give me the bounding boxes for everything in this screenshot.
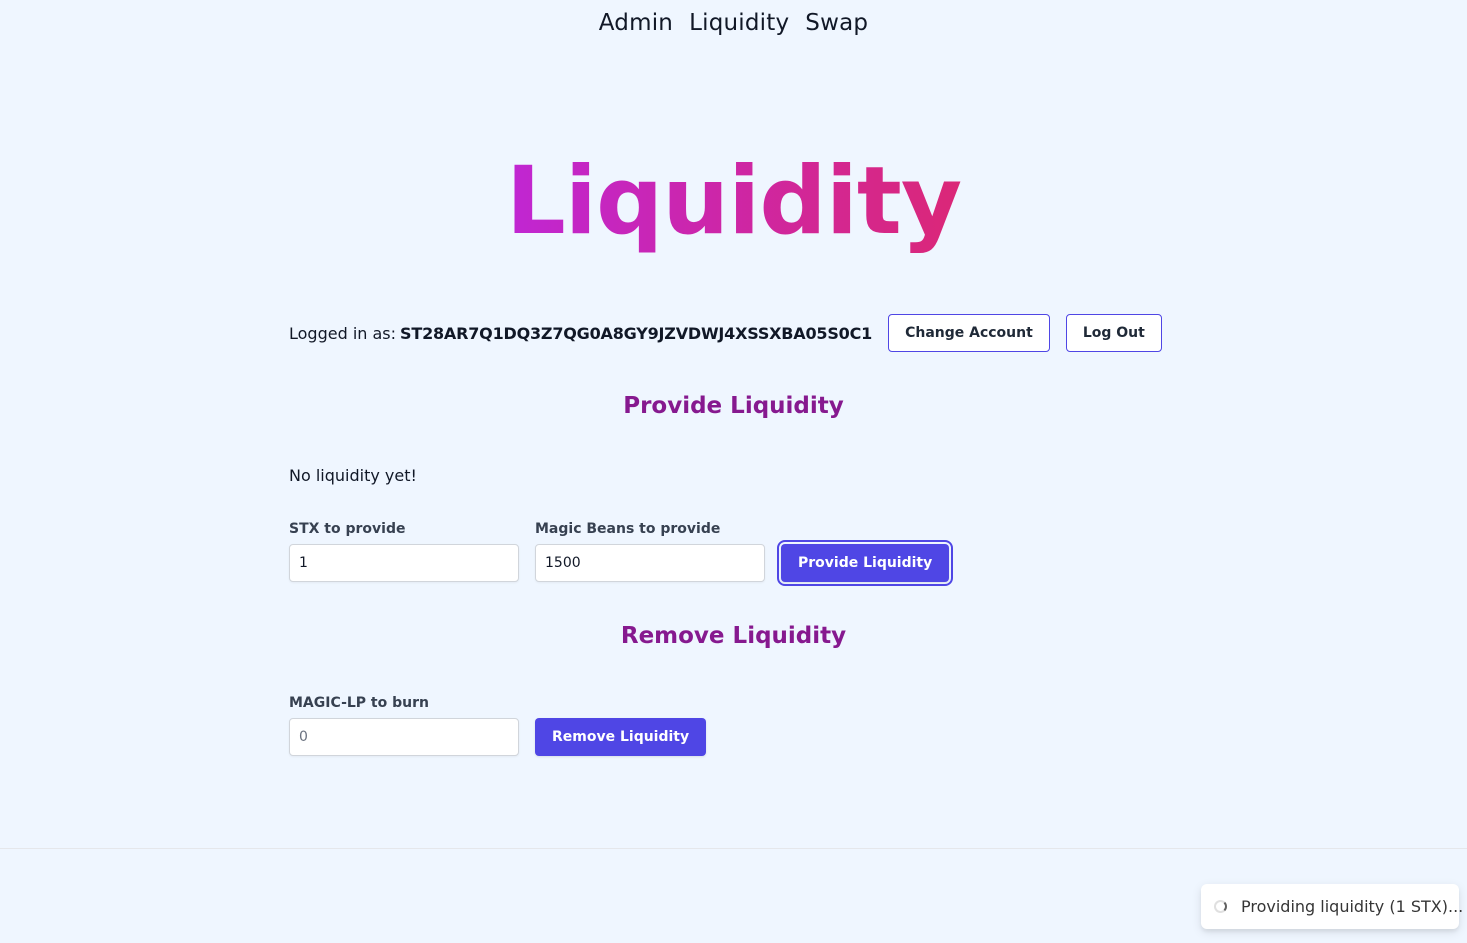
nav-link-liquidity[interactable]: Liquidity [689,10,789,36]
nav-link-swap[interactable]: Swap [805,10,868,36]
page: Admin Liquidity Swap Liquidity Logged in… [0,0,1467,943]
magic-beans-amount-input[interactable] [535,544,765,582]
top-nav: Admin Liquidity Swap [0,10,1467,36]
page-title: Liquidity [505,147,962,256]
footer-divider [0,848,1467,849]
logged-in-label: Logged in as: [289,323,397,343]
log-out-button[interactable]: Log Out [1065,314,1162,352]
loading-spinner-icon [1214,900,1227,913]
remove-liquidity-button[interactable]: Remove Liquidity [535,718,707,756]
account-row: Logged in as: ST28AR7Q1DQ3Z7QG0A8GY9JZVD… [289,314,1162,352]
account-address: ST28AR7Q1DQ3Z7QG0A8GY9JZVDWJ4XSSXBA05S0C… [400,323,873,343]
provide-liquidity-button[interactable]: Provide Liquidity [776,540,954,586]
liquidity-status-text: No liquidity yet! [289,466,417,485]
nav-link-admin[interactable]: Admin [599,10,673,36]
toast-notification: Providing liquidity (1 STX)... [1201,884,1463,929]
stx-amount-label: STX to provide [289,521,406,537]
magic-lp-amount-input[interactable] [289,718,519,756]
toast-message: Providing liquidity (1 STX)... [1241,897,1464,916]
magic-lp-amount-label: MAGIC-LP to burn [289,695,429,711]
provide-liquidity-heading: Provide Liquidity [623,393,844,419]
remove-liquidity-heading: Remove Liquidity [620,623,847,649]
magic-beans-amount-label: Magic Beans to provide [535,521,721,537]
hero: Liquidity [0,147,1467,256]
change-account-button[interactable]: Change Account [888,314,1050,352]
stx-amount-input[interactable] [289,544,519,582]
